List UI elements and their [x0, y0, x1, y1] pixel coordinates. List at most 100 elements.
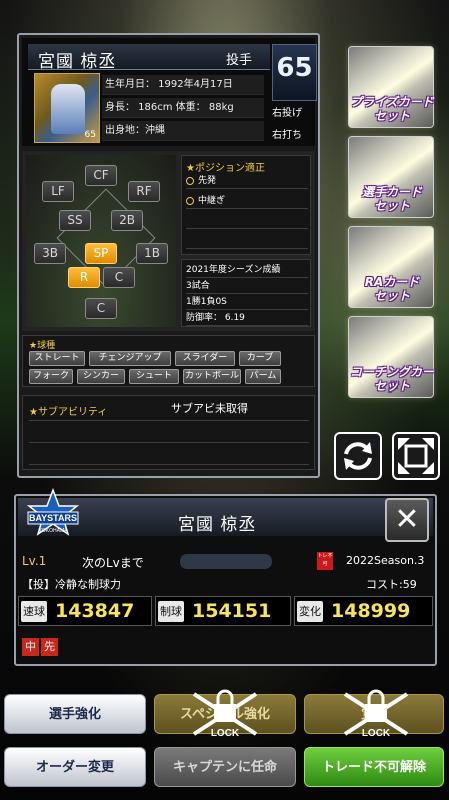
- strengthen-button[interactable]: 選手強化: [4, 694, 146, 734]
- prize-card-set-button[interactable]: プライズカード セット: [348, 46, 434, 128]
- aptitude-panel: ★ポジション適正 先発 中継ぎ: [181, 155, 311, 255]
- team-logo-sub: YOKOHAMA: [39, 528, 69, 534]
- aptitude-starter: 先発: [186, 173, 308, 189]
- ra-card-set-button[interactable]: RAカード セット: [348, 226, 434, 308]
- skill-label: 【投】冷静な制球力: [22, 578, 121, 591]
- divider: [29, 464, 309, 465]
- player-card-set-label: 選手カード: [361, 185, 422, 199]
- aptitude-title: ★ポジション適正: [186, 163, 265, 174]
- pitch-changeup: チェンジアップ: [89, 351, 171, 366]
- player-card: 宮國 椋丞 投手 65 65 生年月日： 1992年4月17日 身長： 186c…: [17, 33, 320, 478]
- season-era: 防御率： 6.19: [186, 310, 308, 326]
- cost-label: コスト:59: [366, 578, 417, 591]
- refresh-button[interactable]: [334, 432, 382, 480]
- sub-ability-panel: ★サブアビリティ サブアビ未取得: [22, 395, 315, 470]
- trade-unlock-button[interactable]: トレード不可解除: [304, 747, 444, 787]
- close-icon: ✕: [394, 502, 420, 537]
- pos-SP: SP: [85, 243, 117, 264]
- pos-2B: 2B: [111, 210, 143, 231]
- card-header: 宮國 椋丞 投手 65 65 生年月日： 1992年4月17日 身長： 186c…: [22, 38, 317, 146]
- speed-value: 143847: [55, 600, 135, 622]
- aptitude-reliever: 中継ぎ: [186, 193, 308, 209]
- aptitude-empty-2: [186, 233, 308, 249]
- player-thumbnail[interactable]: 65: [34, 73, 100, 143]
- sub-ability-title: ★サブアビリティ: [29, 407, 108, 418]
- pitch-sinker: シンカー: [77, 369, 125, 384]
- pitch-curve: カーブ: [239, 351, 281, 366]
- bats: 右打ち: [272, 130, 302, 141]
- close-button[interactable]: ✕: [385, 498, 429, 542]
- player-card-set-sub: セット: [373, 199, 410, 213]
- coaching-card-set-button[interactable]: コーチングカード セット: [348, 316, 434, 398]
- pitch-slider: スライダー: [175, 351, 235, 366]
- captain-button[interactable]: キャプテンに任命: [154, 747, 296, 787]
- season-stats-panel: 2021年度シーズン成績 3試合 1勝1負0S 防御率： 6.19: [181, 259, 311, 327]
- next-level-bar: [180, 554, 272, 569]
- pos-C: C: [103, 267, 135, 288]
- pos-LF: LF: [42, 181, 74, 202]
- expand-button[interactable]: [392, 432, 440, 480]
- prize-card-set-sub: セット: [373, 109, 410, 123]
- break-label: 変化: [297, 601, 323, 622]
- thumb-number: 65: [84, 130, 96, 140]
- pos-SS: SS: [59, 210, 91, 231]
- baystars-logo-icon: BAYSTARS YOKOHAMA: [26, 488, 80, 536]
- break-stat: 変化 148999: [294, 596, 433, 626]
- pitch-types-panel: ★球種 ストレート チェンジアップ スライダー カーブ フォーク シンカー シュ…: [22, 335, 315, 387]
- player-position: 投手: [226, 53, 253, 68]
- aptitude-starter-label: 先発: [198, 176, 217, 186]
- detail-player-name: 宮國 椋丞: [178, 515, 257, 535]
- pos-CF: CF: [85, 165, 117, 186]
- lock-text: LOCK: [362, 728, 391, 739]
- pos-3B: 3B: [34, 243, 66, 264]
- trade-lock-badge: トレ不可: [317, 552, 333, 570]
- ra-card-set-sub: セット: [373, 289, 410, 303]
- rating-value: 65: [276, 53, 313, 83]
- divider: [29, 442, 309, 443]
- pitch-title: ★球種: [29, 341, 56, 351]
- pitch-fork: フォーク: [29, 369, 73, 384]
- ra-card-set-label: RAカード: [364, 275, 420, 289]
- lock-icon: LOCK: [343, 689, 409, 739]
- season-record: 1勝1負0S: [186, 294, 308, 310]
- pos-R: R: [68, 267, 100, 288]
- player-figure: [51, 84, 85, 134]
- pos-C-bottom: C: [85, 298, 117, 319]
- season-title: 2021年度シーズン成績: [186, 262, 308, 278]
- name-bar: 宮國 椋丞 投手: [28, 44, 270, 72]
- lock-icon: LOCK: [192, 689, 258, 739]
- divider: [29, 420, 309, 421]
- expand-icon: [398, 438, 434, 474]
- break-value: 148999: [331, 600, 411, 622]
- player-detail-panel: 宮國 椋丞 BAYSTARS YOKOHAMA ✕ Lv.1 次のLvまで トレ…: [14, 488, 437, 666]
- field-diagram: LF CF RF SS 2B 3B SP 1B R C C: [26, 155, 176, 327]
- control-label: 制球: [158, 601, 184, 622]
- field-panel: LF CF RF SS 2B 3B SP 1B R C C ★ポジション適正 先…: [22, 151, 315, 331]
- control-value: 154151: [192, 600, 272, 622]
- circle-icon: [186, 196, 194, 205]
- rating-badge: 65: [272, 44, 317, 101]
- lock-text: LOCK: [211, 728, 240, 739]
- throws: 右投げ: [272, 108, 302, 119]
- pitch-shoot: シュート: [129, 369, 179, 384]
- tag-starter: 先: [41, 638, 58, 656]
- next-level-label: 次のLvまで: [82, 556, 144, 570]
- pos-RF: RF: [128, 181, 160, 202]
- prize-card-set-label: プライズカード: [350, 95, 434, 109]
- sub-ability-none: サブアビ未取得: [171, 402, 248, 415]
- team-logo-text: BAYSTARS: [29, 513, 77, 523]
- player-card-set-button[interactable]: 選手カード セット: [348, 136, 434, 218]
- aptitude-empty-1: [186, 213, 308, 229]
- birthday-row: 生年月日： 1992年4月17日: [102, 75, 264, 95]
- control-stat: 制球 154151: [155, 596, 291, 626]
- aptitude-reliever-label: 中継ぎ: [198, 196, 226, 206]
- coaching-card-set-sub: セット: [373, 379, 410, 393]
- circle-icon: [186, 176, 194, 185]
- season-games: 3試合: [186, 278, 308, 294]
- speed-stat: 速球 143847: [18, 596, 152, 626]
- tag-middle: 中: [22, 638, 39, 656]
- level: Lv.1: [22, 554, 47, 568]
- order-change-button[interactable]: オーダー変更: [4, 747, 146, 787]
- refresh-icon: [344, 442, 372, 470]
- pitch-cutball: カットボール: [183, 369, 241, 384]
